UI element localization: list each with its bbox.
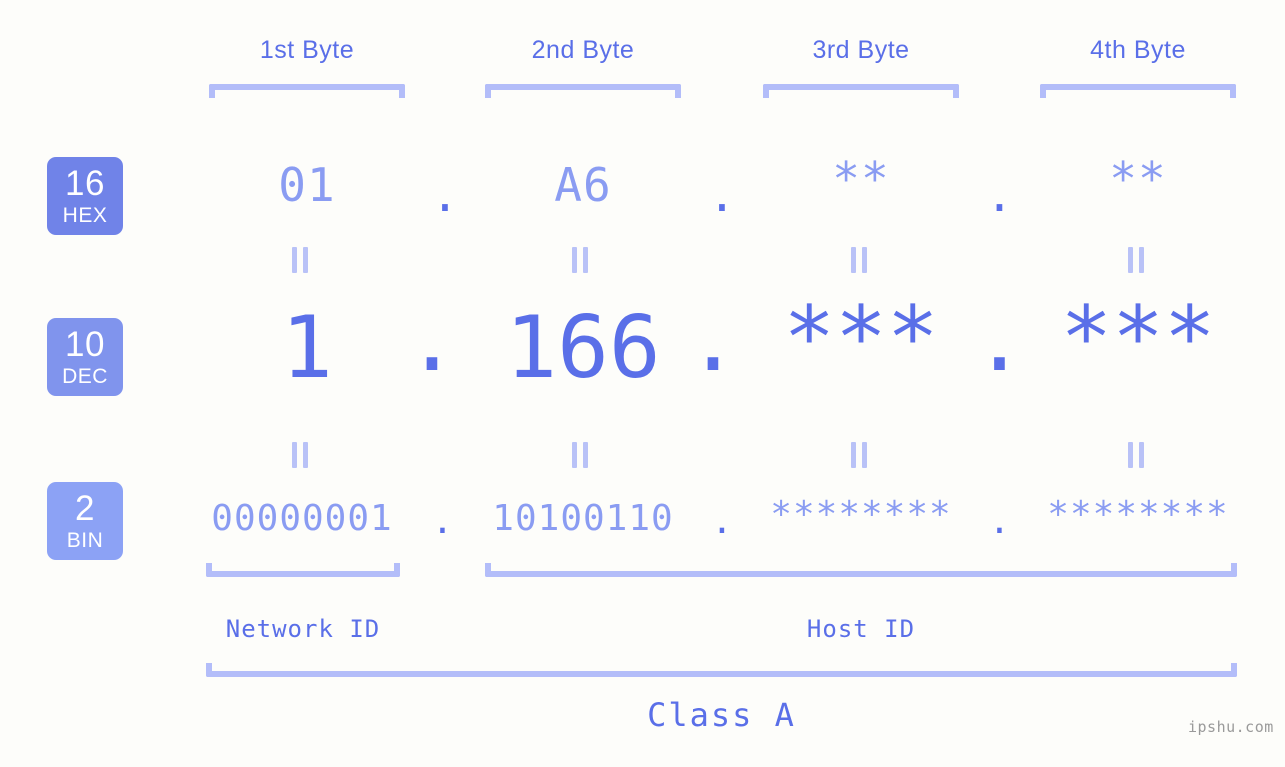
byte-bracket-top-2 [485,84,681,98]
byte-header-3: 3rd Byte [812,36,910,64]
network-id-bracket [206,563,400,577]
dec-byte-2: 166 [505,298,661,398]
bin-separator-3: . [988,501,1011,542]
class-label: Class A [647,696,796,734]
equals-connector-dec-bin-1 [292,442,308,468]
base-badge-dec-name: DEC [62,365,108,388]
bin-separator-2: . [711,501,733,542]
equals-connector-hex-dec-2 [572,247,588,273]
equals-connector-hex-dec-1 [292,247,308,273]
base-badge-bin-number: 2 [75,489,95,528]
watermark: ipshu.com [1188,718,1274,736]
base-badge-bin-name: BIN [66,529,104,552]
equals-connector-hex-dec-3 [851,247,867,273]
base-badge-bin: 2 BIN [47,482,123,560]
dec-byte-1: 1 [281,298,333,398]
bin-byte-2: 10100110 [492,498,674,539]
bin-byte-3: ******** [770,494,952,535]
hex-separator-2: . [708,168,736,222]
byte-bracket-top-4 [1040,84,1236,98]
base-badge-hex-name: HEX [62,204,108,227]
host-id-bracket [485,563,1237,577]
base-badge-dec-number: 10 [65,325,105,364]
ip-address-breakdown-diagram: 1st Byte 2nd Byte 3rd Byte 4th Byte 16 H… [0,0,1285,767]
dec-byte-4: *** [1060,288,1216,388]
hex-separator-3: . [985,168,1014,222]
byte-bracket-top-1 [209,84,405,98]
byte-header-2: 2nd Byte [531,36,635,64]
hex-byte-4: ** [1109,152,1167,206]
base-badge-dec: 10 DEC [47,318,123,396]
dec-byte-3: *** [783,288,939,388]
byte-header-4: 4th Byte [1090,36,1186,64]
bin-separator-1: . [431,501,454,542]
byte-bracket-top-3 [763,84,959,98]
dec-separator-1: . [406,291,458,391]
base-badge-hex-number: 16 [65,164,105,203]
hex-byte-1: 01 [278,158,336,212]
class-bracket [206,663,1237,677]
equals-connector-dec-bin-2 [572,442,588,468]
hex-byte-3: ** [832,152,890,206]
hex-byte-2: A6 [554,158,612,212]
bin-byte-1: 00000001 [211,498,393,539]
network-id-label: Network ID [225,615,381,643]
byte-header-1: 1st Byte [259,36,355,64]
hex-separator-1: . [431,168,459,222]
bin-byte-4: ******** [1047,494,1229,535]
base-badge-hex: 16 HEX [47,157,123,235]
equals-connector-hex-dec-4 [1128,247,1144,273]
dec-separator-2: . [687,291,739,391]
equals-connector-dec-bin-4 [1128,442,1144,468]
host-id-label: Host ID [806,615,916,643]
equals-connector-dec-bin-3 [851,442,867,468]
dec-separator-3: . [973,291,1026,391]
